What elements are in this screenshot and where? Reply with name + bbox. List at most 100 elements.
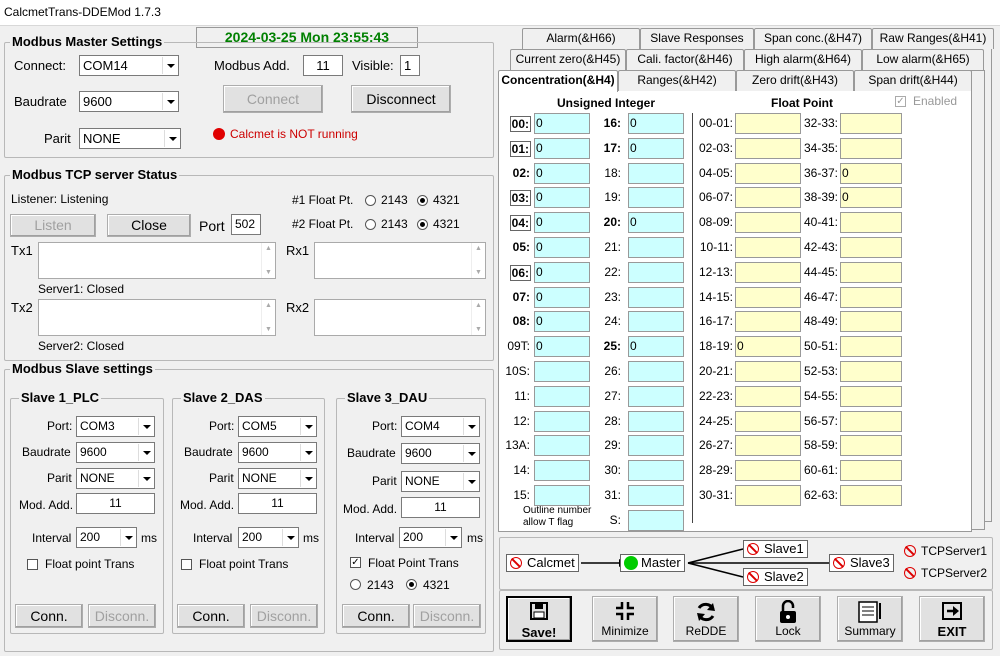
grid-value-col1-8[interactable]: 0 [534, 311, 590, 332]
scrollbar[interactable] [261, 243, 275, 278]
enabled-checkbox[interactable]: ✓ [895, 96, 906, 107]
grid-value-col2-13[interactable] [628, 435, 684, 456]
connect-button[interactable]: Connect [223, 85, 323, 113]
grid-value-col2-6[interactable] [628, 262, 684, 283]
grid-value-col1-4[interactable]: 0 [534, 212, 590, 233]
redde-button[interactable]: ReDDE [673, 596, 739, 642]
scrollbar[interactable] [471, 243, 485, 278]
tab-zero-drift[interactable]: Zero drift(&H43) [736, 70, 854, 91]
slave2-port-select[interactable]: COM5 [238, 416, 317, 437]
tx2-textarea[interactable] [38, 299, 276, 336]
tab-alarm[interactable]: Alarm(&H66) [522, 28, 640, 49]
grid-value-col3-11[interactable] [735, 386, 801, 407]
grid-value-col3-10[interactable] [735, 361, 801, 382]
exit-button[interactable]: EXIT [919, 596, 985, 642]
slave1-baud-select[interactable]: 9600 [76, 442, 155, 463]
slave2-float-checkbox[interactable] [181, 559, 192, 570]
slave2-conn-button[interactable]: Conn. [177, 604, 245, 628]
grid-value-col2-16[interactable] [628, 510, 684, 531]
grid-value-col2-15[interactable] [628, 485, 684, 506]
grid-value-col4-15[interactable] [840, 485, 902, 506]
tab-ranges[interactable]: Ranges(&H42) [618, 70, 736, 91]
master-port-select[interactable]: COM14 [79, 55, 179, 76]
slave3-4321-radio[interactable] [406, 579, 417, 590]
grid-value-col4-3[interactable]: 0 [840, 187, 902, 208]
slave2-baud-select[interactable]: 9600 [238, 442, 317, 463]
grid-value-col1-10[interactable] [534, 361, 590, 382]
fp1-4321-radio[interactable] [417, 195, 428, 206]
slave3-2143-radio[interactable] [350, 579, 361, 590]
slave3-port-select[interactable]: COM4 [401, 416, 480, 437]
slave1-interval-select[interactable]: 200 [76, 527, 137, 548]
visible-input[interactable]: 1 [400, 55, 420, 76]
grid-value-col3-14[interactable] [735, 460, 801, 481]
grid-value-col4-7[interactable] [840, 287, 902, 308]
slave1-port-select[interactable]: COM3 [76, 416, 155, 437]
grid-value-col1-2[interactable]: 0 [534, 163, 590, 184]
grid-value-col4-6[interactable] [840, 262, 902, 283]
slave3-interval-select[interactable]: 200 [399, 527, 462, 548]
save-button[interactable]: Save! [506, 596, 572, 642]
grid-value-col3-12[interactable] [735, 411, 801, 432]
grid-value-col2-9[interactable]: 0 [628, 336, 684, 357]
slave2-disconn-button[interactable]: Disconn. [250, 604, 318, 628]
grid-value-col4-12[interactable] [840, 411, 902, 432]
grid-value-col3-9[interactable]: 0 [735, 336, 801, 357]
grid-value-col4-14[interactable] [840, 460, 902, 481]
grid-value-col2-5[interactable] [628, 237, 684, 258]
scrollbar[interactable] [471, 300, 485, 335]
grid-value-col4-4[interactable] [840, 212, 902, 233]
master-baud-select[interactable]: 9600 [79, 91, 179, 112]
tab-span-conc[interactable]: Span conc.(&H47) [754, 28, 872, 49]
grid-value-col1-11[interactable] [534, 386, 590, 407]
grid-value-col3-1[interactable] [735, 138, 801, 159]
grid-value-col4-5[interactable] [840, 237, 902, 258]
grid-value-col3-3[interactable] [735, 187, 801, 208]
grid-value-col4-9[interactable] [840, 336, 902, 357]
scrollbar[interactable] [261, 300, 275, 335]
tab-span-drift[interactable]: Span drift(&H44) [854, 70, 972, 91]
grid-value-col1-14[interactable] [534, 460, 590, 481]
tab-raw-ranges[interactable]: Raw Ranges(&H41) [872, 28, 994, 49]
grid-value-col4-0[interactable] [840, 113, 902, 134]
tab-cali-factor[interactable]: Cali. factor(&H46) [626, 49, 744, 70]
slave3-parit-select[interactable]: NONE [401, 471, 480, 492]
grid-value-col1-12[interactable] [534, 411, 590, 432]
grid-value-col4-1[interactable] [840, 138, 902, 159]
rx1-textarea[interactable] [314, 242, 486, 279]
grid-value-col1-3[interactable]: 0 [534, 187, 590, 208]
grid-value-col2-14[interactable] [628, 460, 684, 481]
grid-value-col2-2[interactable] [628, 163, 684, 184]
grid-value-col2-3[interactable] [628, 187, 684, 208]
tab-low-alarm[interactable]: Low alarm(&H65) [862, 49, 984, 70]
summary-button[interactable]: Summary [837, 596, 903, 642]
grid-value-col3-15[interactable] [735, 485, 801, 506]
fp1-2143-radio[interactable] [365, 195, 376, 206]
grid-value-col1-9[interactable]: 0 [534, 336, 590, 357]
grid-value-col1-13[interactable] [534, 435, 590, 456]
rx2-textarea[interactable] [314, 299, 486, 336]
tab-concentration[interactable]: Concentration(&H4) [498, 70, 618, 92]
grid-value-col2-12[interactable] [628, 411, 684, 432]
grid-value-col3-8[interactable] [735, 311, 801, 332]
tab-high-alarm[interactable]: High alarm(&H64) [744, 49, 862, 70]
close-button[interactable]: Close [107, 214, 191, 237]
tx1-textarea[interactable] [38, 242, 276, 279]
grid-value-col2-11[interactable] [628, 386, 684, 407]
grid-value-col4-13[interactable] [840, 435, 902, 456]
grid-value-col3-7[interactable] [735, 287, 801, 308]
slave2-parit-select[interactable]: NONE [238, 468, 317, 489]
grid-value-col1-5[interactable]: 0 [534, 237, 590, 258]
master-parit-select[interactable]: NONE [79, 128, 181, 149]
grid-value-col1-7[interactable]: 0 [534, 287, 590, 308]
grid-value-col4-11[interactable] [840, 386, 902, 407]
grid-value-col1-6[interactable]: 0 [534, 262, 590, 283]
slave3-conn-button[interactable]: Conn. [342, 604, 410, 628]
fp2-2143-radio[interactable] [365, 219, 376, 230]
grid-value-col3-0[interactable] [735, 113, 801, 134]
slave3-baud-select[interactable]: 9600 [401, 443, 480, 464]
minimize-button[interactable]: Minimize [592, 596, 658, 642]
grid-value-col2-4[interactable]: 0 [628, 212, 684, 233]
slave1-disconn-button[interactable]: Disconn. [88, 604, 156, 628]
slave1-modadd-input[interactable]: 11 [76, 493, 155, 514]
